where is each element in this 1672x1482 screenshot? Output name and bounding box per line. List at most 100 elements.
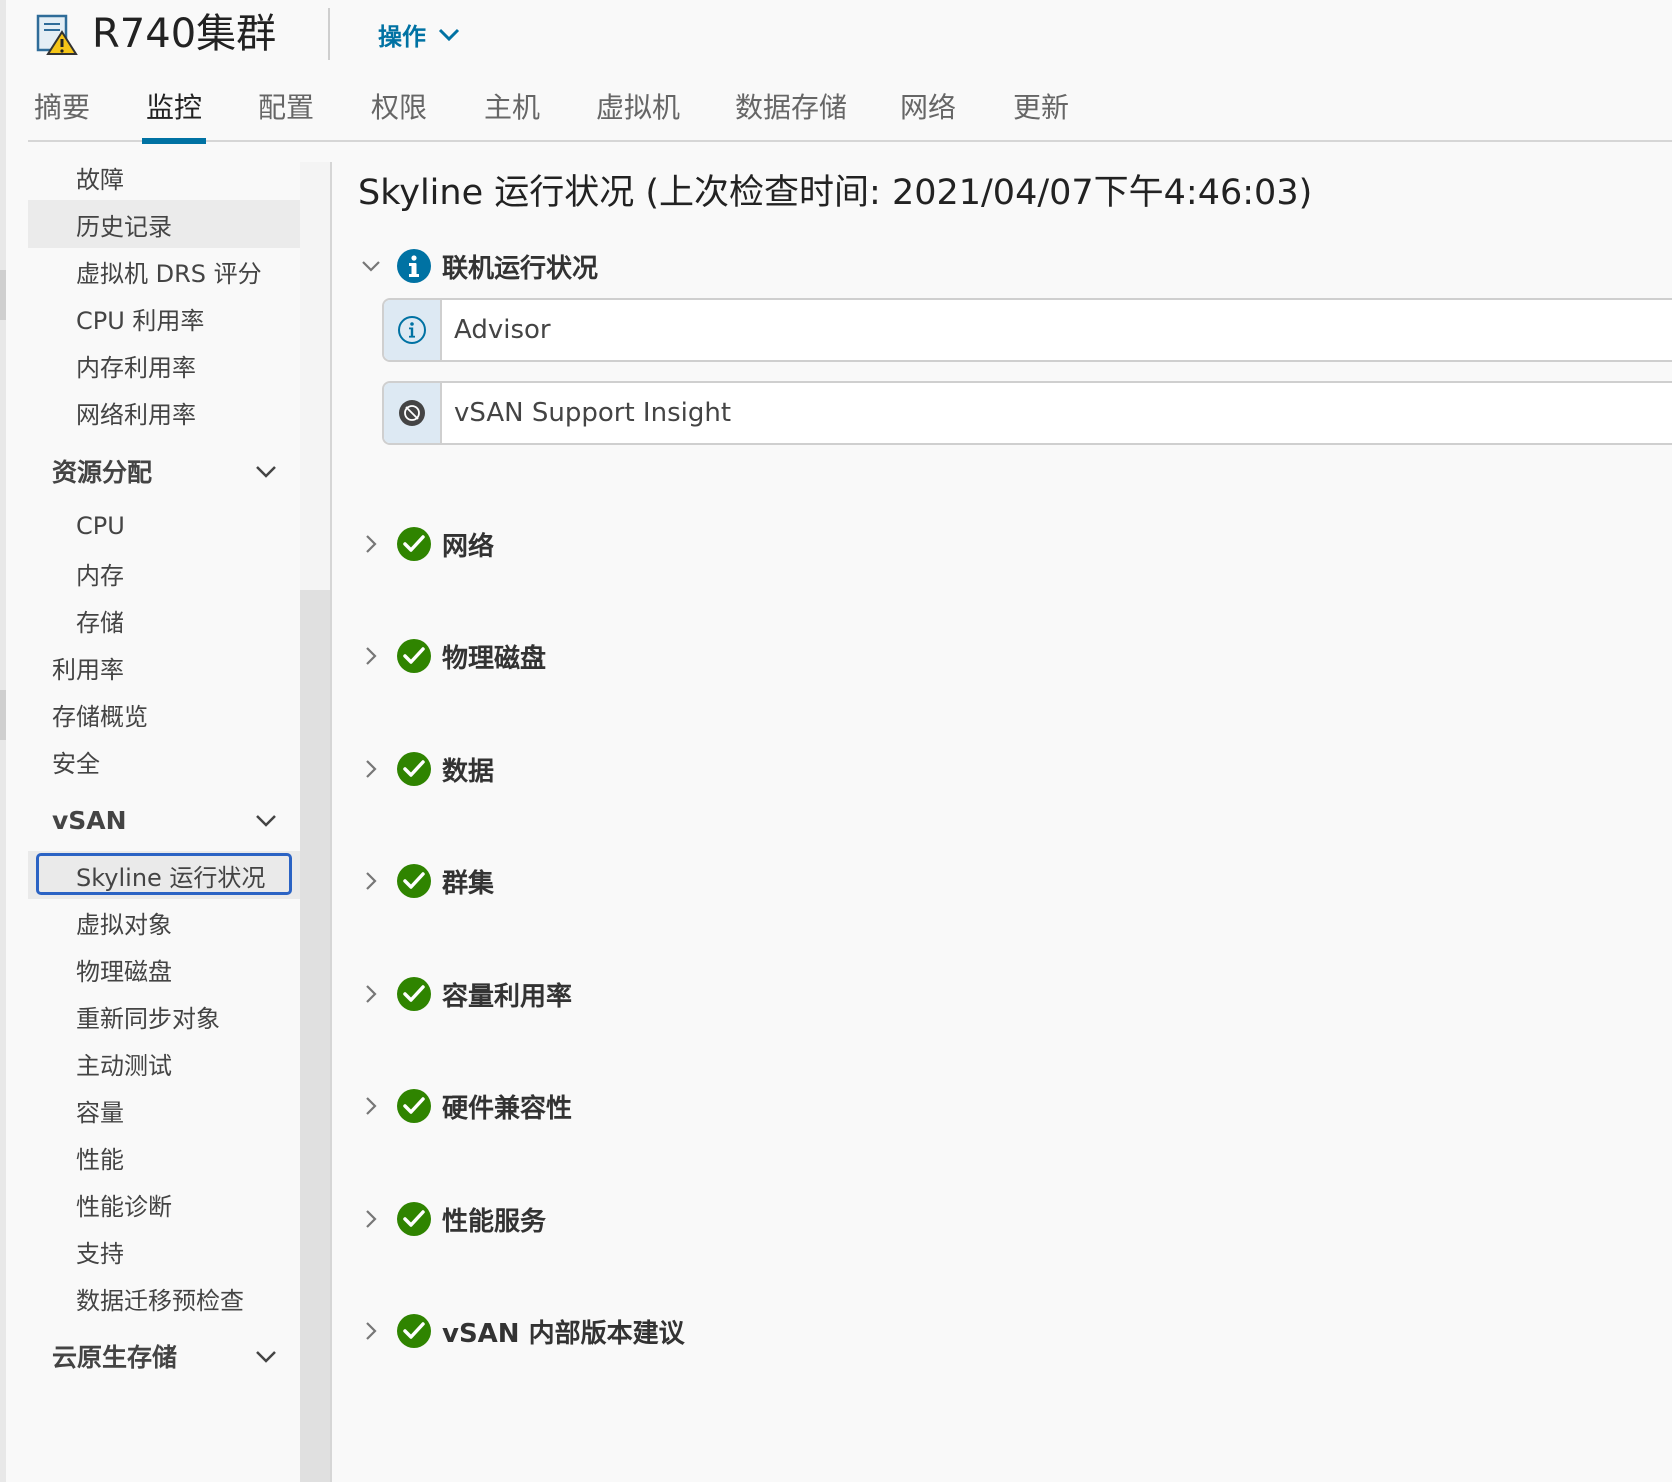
card-label: Advisor [454, 315, 551, 345]
nav-item-support[interactable]: 支持 [28, 1227, 300, 1275]
section-label: vSAN 内部版本建议 [442, 1318, 685, 1349]
section-data[interactable]: 数据 [360, 743, 494, 795]
chevron-right-icon [366, 985, 377, 1003]
nav-item-cpu-utilization[interactable]: CPU 利用率 [28, 294, 300, 342]
section-capacity-utilization[interactable]: 容量利用率 [360, 968, 572, 1020]
nav-item-network-utilization[interactable]: 网络利用率 [28, 388, 300, 436]
chevron-right-icon [366, 535, 377, 553]
gutter-marker [0, 270, 6, 320]
tab-bar: 摘要 监控 配置 权限 主机 虚拟机 数据存储 网络 更新 [28, 78, 1672, 144]
check-circle-icon [397, 1089, 431, 1123]
card-advisor[interactable]: Advisor [382, 298, 1672, 362]
nav-item-memory-utilization[interactable]: 内存利用率 [28, 341, 300, 389]
section-performance-service[interactable]: 性能服务 [360, 1193, 546, 1245]
nav-group-label: 云原生存储 [52, 1343, 178, 1372]
actions-menu-button[interactable]: 操作 [378, 16, 462, 52]
check-circle-icon [397, 1314, 431, 1348]
nav-item-proactive-tests[interactable]: 主动测试 [28, 1039, 300, 1087]
nav-item-utilization[interactable]: 利用率 [28, 643, 300, 691]
cluster-title: R740集群 [92, 11, 277, 57]
nav-item-cpu[interactable]: CPU [28, 502, 300, 550]
tab-updates[interactable]: 更新 [1013, 86, 1069, 140]
section-label: 联机运行状况 [442, 253, 599, 284]
chevron-down-icon [256, 1351, 276, 1363]
object-header: R740集群 操作 [28, 0, 1672, 70]
tab-hosts[interactable]: 主机 [484, 86, 540, 140]
nav-item-issues[interactable]: 故障 [28, 153, 300, 201]
nav-item-memory[interactable]: 内存 [28, 549, 300, 597]
active-tab-indicator [142, 138, 206, 144]
chevron-right-icon [366, 872, 377, 890]
disabled-icon [399, 400, 425, 426]
section-label: 物理磁盘 [442, 643, 547, 674]
nav-item-data-migration-precheck[interactable]: 数据迁移预检查 [28, 1274, 300, 1322]
nav-item-history[interactable]: 历史记录 [28, 200, 300, 248]
chevron-down-icon [362, 261, 380, 272]
check-circle-icon [397, 752, 431, 786]
section-label: 性能服务 [442, 1206, 547, 1237]
card-label: vSAN Support Insight [454, 398, 732, 428]
section-label: 网络 [442, 531, 495, 562]
section-label: 群集 [442, 868, 495, 899]
header-divider [328, 8, 330, 60]
chevron-right-icon [366, 1210, 377, 1228]
check-circle-icon [397, 639, 431, 673]
tab-networks[interactable]: 网络 [900, 86, 956, 140]
chevron-down-icon [438, 28, 460, 42]
nav-item-label: Skyline 运行状况 [76, 863, 266, 892]
section-physical-disk[interactable]: 物理磁盘 [360, 630, 546, 682]
section-label: 硬件兼容性 [442, 1093, 573, 1124]
nav-item-storage[interactable]: 存储 [28, 596, 300, 644]
skyline-health-panel: Skyline 运行状况 (上次检查时间: 2021/04/07下午4:46:0… [332, 142, 1672, 1482]
nav-group-vsan[interactable]: vSAN [28, 794, 300, 846]
chevron-right-icon [366, 647, 377, 665]
nav-scrollbar-thumb[interactable] [300, 590, 330, 1482]
section-vsan-build-recommendation[interactable]: vSAN 内部版本建议 [360, 1305, 685, 1357]
nav-item-performance-diagnostics[interactable]: 性能诊断 [28, 1180, 300, 1228]
nav-item-virtual-objects[interactable]: 虚拟对象 [28, 898, 300, 946]
cluster-warning-icon [36, 14, 78, 55]
section-label: 容量利用率 [442, 981, 573, 1012]
nav-group-resource-allocation[interactable]: 资源分配 [28, 445, 300, 497]
gutter-marker [0, 690, 6, 740]
nav-item-storage-overview[interactable]: 存储概览 [28, 690, 300, 738]
monitor-nav: 故障 历史记录 虚拟机 DRS 评分 CPU 利用率 内存利用率 网络利用率 资… [28, 162, 300, 1482]
card-icon-area [384, 300, 442, 360]
tab-summary[interactable]: 摘要 [34, 86, 90, 140]
card-icon-area [384, 383, 442, 443]
tab-vms[interactable]: 虚拟机 [596, 86, 680, 140]
chevron-down-icon [256, 815, 276, 827]
chevron-right-icon [366, 1322, 377, 1340]
section-label: 数据 [442, 756, 495, 787]
info-icon [397, 249, 431, 283]
tab-datastores[interactable]: 数据存储 [735, 86, 847, 140]
section-hardware-compatibility[interactable]: 硬件兼容性 [360, 1080, 572, 1132]
page-title: Skyline 运行状况 (上次检查时间: 2021/04/07下午4:46:0… [358, 173, 1313, 213]
nav-item-security[interactable]: 安全 [28, 737, 300, 785]
nav-item-capacity[interactable]: 容量 [28, 1086, 300, 1134]
section-online-health[interactable]: 联机运行状况 [360, 240, 598, 292]
chevron-down-icon [256, 466, 276, 478]
chevron-right-icon [366, 760, 377, 778]
nav-group-label: vSAN [52, 805, 127, 835]
check-circle-icon [397, 864, 431, 898]
tab-configure[interactable]: 配置 [258, 86, 314, 140]
section-cluster[interactable]: 群集 [360, 855, 494, 907]
chevron-right-icon [366, 1097, 377, 1115]
info-icon [398, 316, 426, 344]
nav-item-performance[interactable]: 性能 [28, 1133, 300, 1181]
tab-monitor[interactable]: 监控 [146, 86, 202, 140]
nav-item-vm-drs-score[interactable]: 虚拟机 DRS 评分 [28, 247, 300, 295]
card-vsan-support-insight[interactable]: vSAN Support Insight [382, 381, 1672, 445]
section-network[interactable]: 网络 [360, 518, 494, 570]
tab-permissions[interactable]: 权限 [371, 86, 427, 140]
nav-item-resync-objects[interactable]: 重新同步对象 [28, 992, 300, 1040]
nav-group-label: 资源分配 [52, 458, 153, 487]
nav-group-cloud-native-storage[interactable]: 云原生存储 [28, 1330, 300, 1382]
actions-label: 操作 [378, 22, 426, 51]
nav-item-physical-disks[interactable]: 物理磁盘 [28, 945, 300, 993]
nav-item-skyline-health[interactable]: Skyline 运行状况 [28, 851, 300, 899]
check-circle-icon [397, 977, 431, 1011]
left-gutter [0, 0, 6, 1482]
check-circle-icon [397, 1202, 431, 1236]
